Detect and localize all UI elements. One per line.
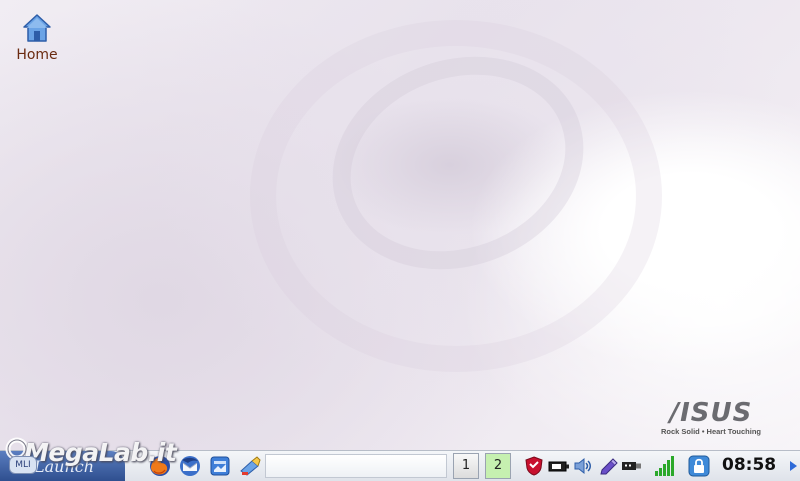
desktop-icon-label: Home <box>16 47 58 63</box>
task-list <box>265 454 447 478</box>
clock[interactable]: 08:58 <box>722 455 776 475</box>
asus-tagline: Rock Solid • Heart Touching <box>661 427 761 436</box>
paint-icon[interactable] <box>238 454 262 478</box>
home-icon <box>23 14 51 42</box>
lock-icon[interactable] <box>688 455 710 477</box>
usb-icon[interactable] <box>620 455 642 477</box>
desktop-switch-2[interactable]: 2 <box>485 453 511 479</box>
pen-icon[interactable] <box>598 455 620 477</box>
shield-icon[interactable] <box>523 455 545 477</box>
volume-icon[interactable] <box>572 455 594 477</box>
file-manager-icon[interactable] <box>208 454 232 478</box>
desktop-icon-home[interactable]: Home <box>8 12 66 63</box>
wallpaper-swirl <box>250 20 662 372</box>
battery-icon[interactable] <box>548 455 570 477</box>
asus-wordmark: /ISUS <box>669 398 753 428</box>
tray-expand-arrow-icon[interactable] <box>787 459 799 473</box>
wifi-signal-icon[interactable] <box>653 455 675 477</box>
megalab-watermark: MegaLab.it MLI <box>0 432 190 480</box>
watermark-text: MegaLab.it <box>24 438 177 467</box>
desktop-background: Home /ISUS Rock Solid • Heart Touching <box>0 0 800 450</box>
desktop-switch-1[interactable]: 1 <box>453 453 479 479</box>
watermark-badge: MLI <box>9 456 37 474</box>
asus-logo: /ISUS Rock Solid • Heart Touching <box>655 398 767 436</box>
